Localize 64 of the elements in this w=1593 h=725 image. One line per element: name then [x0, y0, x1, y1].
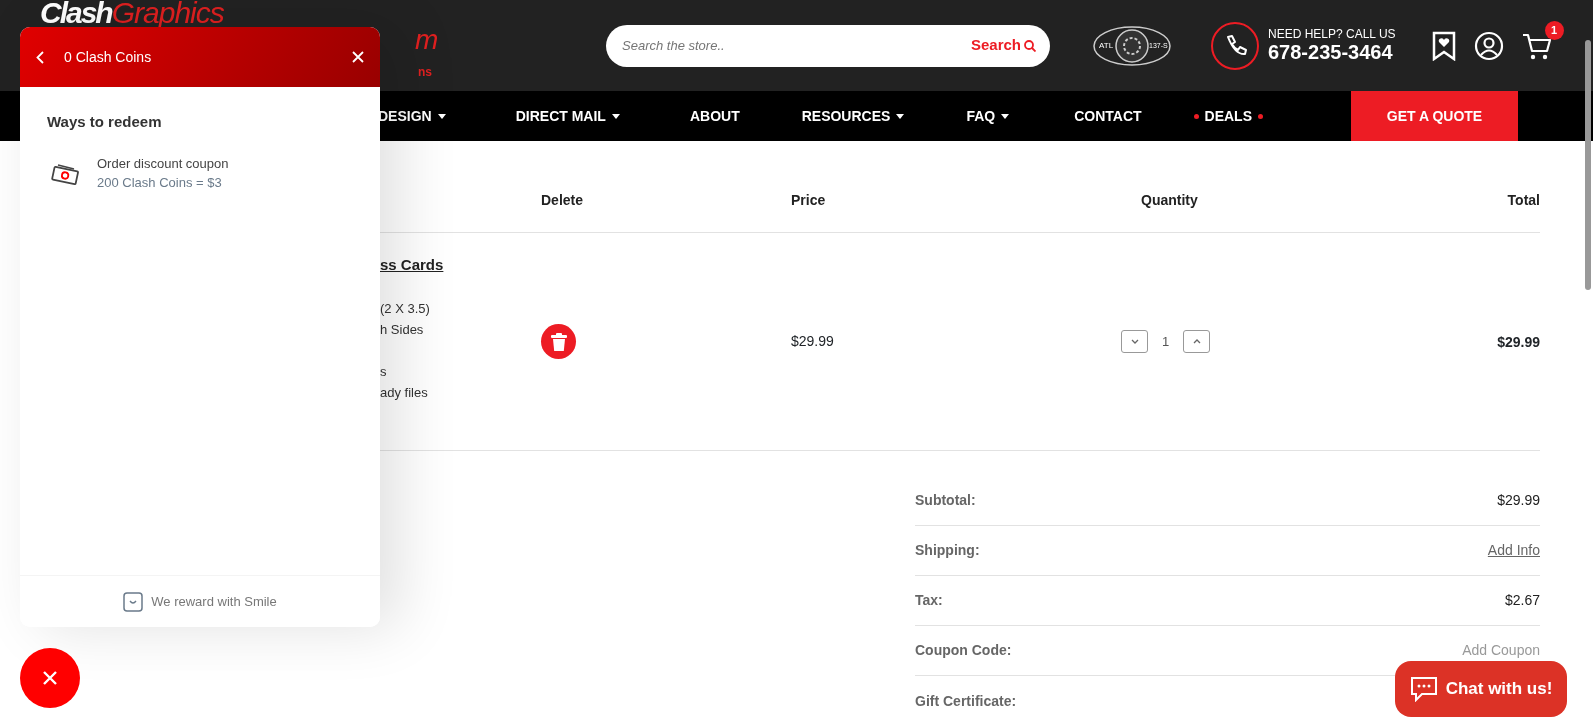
phone-number[interactable]: 678-235-3464	[1268, 41, 1396, 64]
chat-button[interactable]: Chat with us!	[1395, 661, 1567, 717]
redeem-option-rate: 200 Clash Coins = $3	[97, 174, 223, 192]
delete-button[interactable]	[541, 324, 576, 359]
nav-link[interactable]: RESOURCES	[801, 105, 905, 127]
close-icon	[42, 670, 58, 686]
footer-text[interactable]: We reward with Smile	[151, 591, 277, 612]
phone-icon	[1210, 20, 1260, 71]
scrollbar-thumb[interactable]	[1585, 40, 1591, 290]
logo-text[interactable]: Clash	[40, 0, 112, 28]
quantity-value: 1	[1162, 332, 1170, 351]
nav-link[interactable]: FAQ	[966, 105, 1010, 127]
chevron-left-icon	[36, 50, 44, 64]
chevron-down-icon	[1130, 339, 1139, 344]
summary-label: Subtotal:	[915, 491, 976, 510]
close-button[interactable]	[352, 51, 364, 63]
summary-label: Shipping:	[915, 541, 980, 560]
product-detail: s	[380, 364, 387, 379]
dot-icon	[1193, 113, 1199, 119]
smile-icon	[123, 591, 144, 612]
get-quote-button[interactable]: GET A QUOTE	[1351, 91, 1518, 141]
summary-label: Tax:	[915, 591, 943, 610]
product-link[interactable]: ss Cards	[380, 256, 444, 273]
dot-icon	[1258, 113, 1263, 119]
section-heading: Ways to redeem	[47, 112, 163, 132]
summary-label: Gift Certificate:	[915, 691, 1017, 711]
redeem-option-title[interactable]: Order discount coupon	[97, 153, 229, 173]
total-text: $29.99	[1497, 333, 1540, 350]
search-icon	[1024, 39, 1036, 52]
logo-text: m	[415, 26, 439, 54]
summary-value: $29.99	[1497, 491, 1540, 510]
search-field[interactable]: Search the store.. Search	[606, 24, 1050, 67]
product-detail: (2 X 3.5)	[380, 301, 430, 316]
user-icon[interactable]	[1473, 30, 1504, 61]
close-rewards-button[interactable]	[20, 648, 80, 708]
column-header: Total	[1507, 192, 1540, 208]
cart-count-badge: 1	[1544, 20, 1564, 40]
nav-link[interactable]: DIRECT MAIL	[515, 105, 620, 127]
panel-title: 0 Clash Coins	[64, 47, 152, 67]
back-button[interactable]	[36, 50, 44, 64]
nav-link[interactable]: DEALS	[1193, 105, 1263, 127]
search-button[interactable]: Search	[970, 34, 1036, 57]
bookmark-heart-icon[interactable]	[1431, 30, 1456, 61]
increase-button[interactable]	[1183, 330, 1211, 353]
logo-tagline: ns	[418, 66, 432, 78]
summary-label: Coupon Code:	[915, 641, 1012, 660]
chat-bubble-icon	[1409, 676, 1438, 702]
column-header: Quantity	[1141, 192, 1198, 208]
column-header: Price	[791, 192, 826, 208]
column-header: Delete	[541, 192, 584, 208]
nav-link[interactable]: ABOUT	[689, 105, 740, 127]
nav-link[interactable]: CONTACT	[1074, 105, 1142, 127]
decrease-button[interactable]	[1121, 330, 1148, 353]
product-detail: ady files	[380, 385, 428, 400]
price-text: $29.99	[791, 333, 834, 349]
trash-icon	[550, 332, 567, 351]
close-icon	[352, 51, 364, 63]
nav-link[interactable]: DESIGN	[378, 105, 446, 127]
emblem-text: ATL	[1099, 39, 1114, 52]
add-info-link[interactable]: Add Info	[1487, 540, 1540, 561]
help-label: NEED HELP? CALL US	[1268, 27, 1396, 42]
product-detail: h Sides	[380, 322, 424, 337]
chevron-up-icon	[1192, 339, 1201, 344]
summary-value: $2.67	[1504, 591, 1540, 610]
